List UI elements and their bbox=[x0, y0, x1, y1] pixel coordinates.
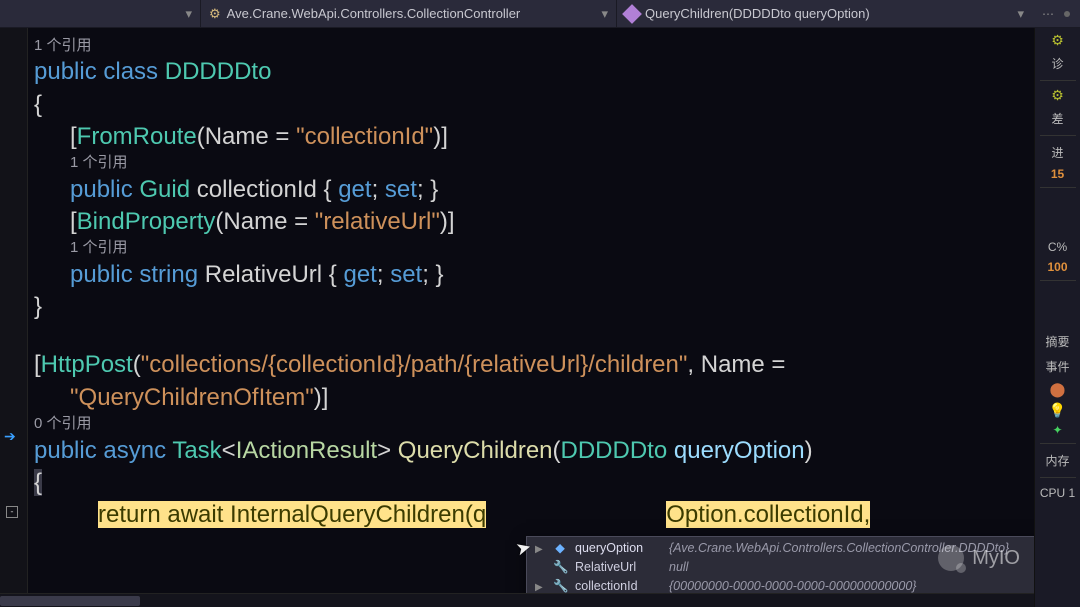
chevron-down-icon: ▾ bbox=[601, 6, 608, 22]
code-editor[interactable]: 1 个引用 public class DDDDDto { [FromRoute(… bbox=[28, 28, 1034, 607]
datatip-name: queryOption bbox=[575, 540, 661, 557]
code-line: public string RelativeUrl { get; set; } bbox=[34, 259, 1034, 291]
tool-dots-icon[interactable]: ⋯ bbox=[1042, 7, 1054, 21]
panel-summary[interactable]: 摘要 bbox=[1045, 331, 1069, 352]
panel-diff[interactable]: 差 bbox=[1051, 108, 1063, 129]
breadcrumb-bar: ▾ ⚙ Ave.Crane.WebApi.Controllers.Collect… bbox=[0, 0, 1080, 28]
separator bbox=[1040, 187, 1076, 188]
watermark-text: MyIO bbox=[972, 547, 1020, 570]
code-line: { bbox=[34, 467, 1034, 499]
code-line-current: return await InternalQueryChildren(qOpti… bbox=[34, 499, 1034, 531]
code-line: } bbox=[34, 291, 1034, 323]
class-icon: ⚙ bbox=[209, 6, 221, 22]
expand-icon[interactable]: ▶ bbox=[535, 543, 545, 557]
separator bbox=[1040, 80, 1076, 81]
code-line: public async Task<IActionResult> QueryCh… bbox=[34, 435, 1034, 467]
panel-events[interactable]: 事件 bbox=[1045, 356, 1069, 377]
panel-memory[interactable]: 内存 bbox=[1045, 450, 1069, 471]
right-toolstrip: ⚙ 诊 ⚙ 差 进 15 C% 100 摘要 事件 ⬤ 💡 ✦ 内存 CPU 1 bbox=[1034, 28, 1080, 607]
blank-line bbox=[34, 323, 1034, 349]
breadcrumb-method[interactable]: QueryChildren(DDDDDto queryOption) ▾ bbox=[616, 0, 1032, 27]
collapse-toggle[interactable]: - bbox=[6, 506, 18, 518]
variable-icon: ◆ bbox=[553, 540, 567, 557]
cpu-label: C% bbox=[1048, 238, 1067, 256]
code-line: "QueryChildrenOfItem")] bbox=[34, 382, 1034, 414]
chevron-down-icon: ▾ bbox=[1017, 6, 1024, 22]
breadcrumb-class-label: Ave.Crane.WebApi.Controllers.CollectionC… bbox=[227, 6, 521, 21]
panel-diag[interactable]: 诊 bbox=[1051, 53, 1063, 74]
panel-cpu[interactable]: CPU 1 bbox=[1040, 484, 1075, 502]
property-icon: 🔧 bbox=[553, 559, 567, 576]
horizontal-scrollbar[interactable] bbox=[0, 593, 1034, 607]
breadcrumb-empty[interactable]: ▾ bbox=[0, 0, 200, 27]
codelens-references[interactable]: 1 个引用 bbox=[34, 36, 1034, 56]
separator bbox=[1040, 443, 1076, 444]
datatip-name: RelativeUrl bbox=[575, 559, 661, 576]
scrollbar-thumb[interactable] bbox=[0, 596, 140, 606]
topbar-right-tools: ⋯ bbox=[1032, 7, 1080, 21]
method-icon bbox=[622, 4, 642, 24]
separator bbox=[1040, 477, 1076, 478]
code-line: public Guid collectionId { get; set; } bbox=[34, 174, 1034, 206]
chevron-down-icon: ▾ bbox=[185, 6, 192, 22]
separator bbox=[1040, 135, 1076, 136]
watermark: MyIO bbox=[938, 545, 1020, 571]
record-icon[interactable]: ⬤ bbox=[1050, 381, 1066, 398]
indicator-dot-icon bbox=[1064, 11, 1070, 17]
proc-count: 15 bbox=[1051, 167, 1064, 181]
code-line: [FromRoute(Name = "collectionId")] bbox=[34, 121, 1034, 153]
datatip-value: null bbox=[669, 559, 688, 576]
editor-gutter: ➔ - bbox=[0, 28, 28, 607]
code-line: [HttpPost("collections/{collectionId}/pa… bbox=[34, 349, 1034, 381]
breakpoint-arrow-icon[interactable]: ➔ bbox=[4, 428, 16, 445]
codelens-references[interactable]: 0 个引用 bbox=[34, 414, 1034, 434]
lightbulb-icon[interactable]: 💡 bbox=[1049, 402, 1066, 419]
spark-icon[interactable]: ✦ bbox=[1052, 423, 1062, 437]
code-line: [BindProperty(Name = "relativeUrl")] bbox=[34, 206, 1034, 238]
breadcrumb-method-label: QueryChildren(DDDDDto queryOption) bbox=[645, 6, 870, 21]
wechat-icon bbox=[938, 545, 964, 571]
separator bbox=[1040, 280, 1076, 281]
code-line: { bbox=[34, 89, 1034, 121]
panel-proc[interactable]: 进 bbox=[1051, 142, 1063, 163]
code-line: public class DDDDDto bbox=[34, 56, 1034, 88]
codelens-references[interactable]: 1 个引用 bbox=[34, 238, 1034, 258]
cpu-value: 100 bbox=[1047, 260, 1067, 274]
breadcrumb-class[interactable]: ⚙ Ave.Crane.WebApi.Controllers.Collectio… bbox=[200, 0, 616, 27]
gear-icon[interactable]: ⚙ bbox=[1051, 32, 1064, 49]
codelens-references[interactable]: 1 个引用 bbox=[34, 153, 1034, 173]
gear-icon[interactable]: ⚙ bbox=[1051, 87, 1064, 104]
